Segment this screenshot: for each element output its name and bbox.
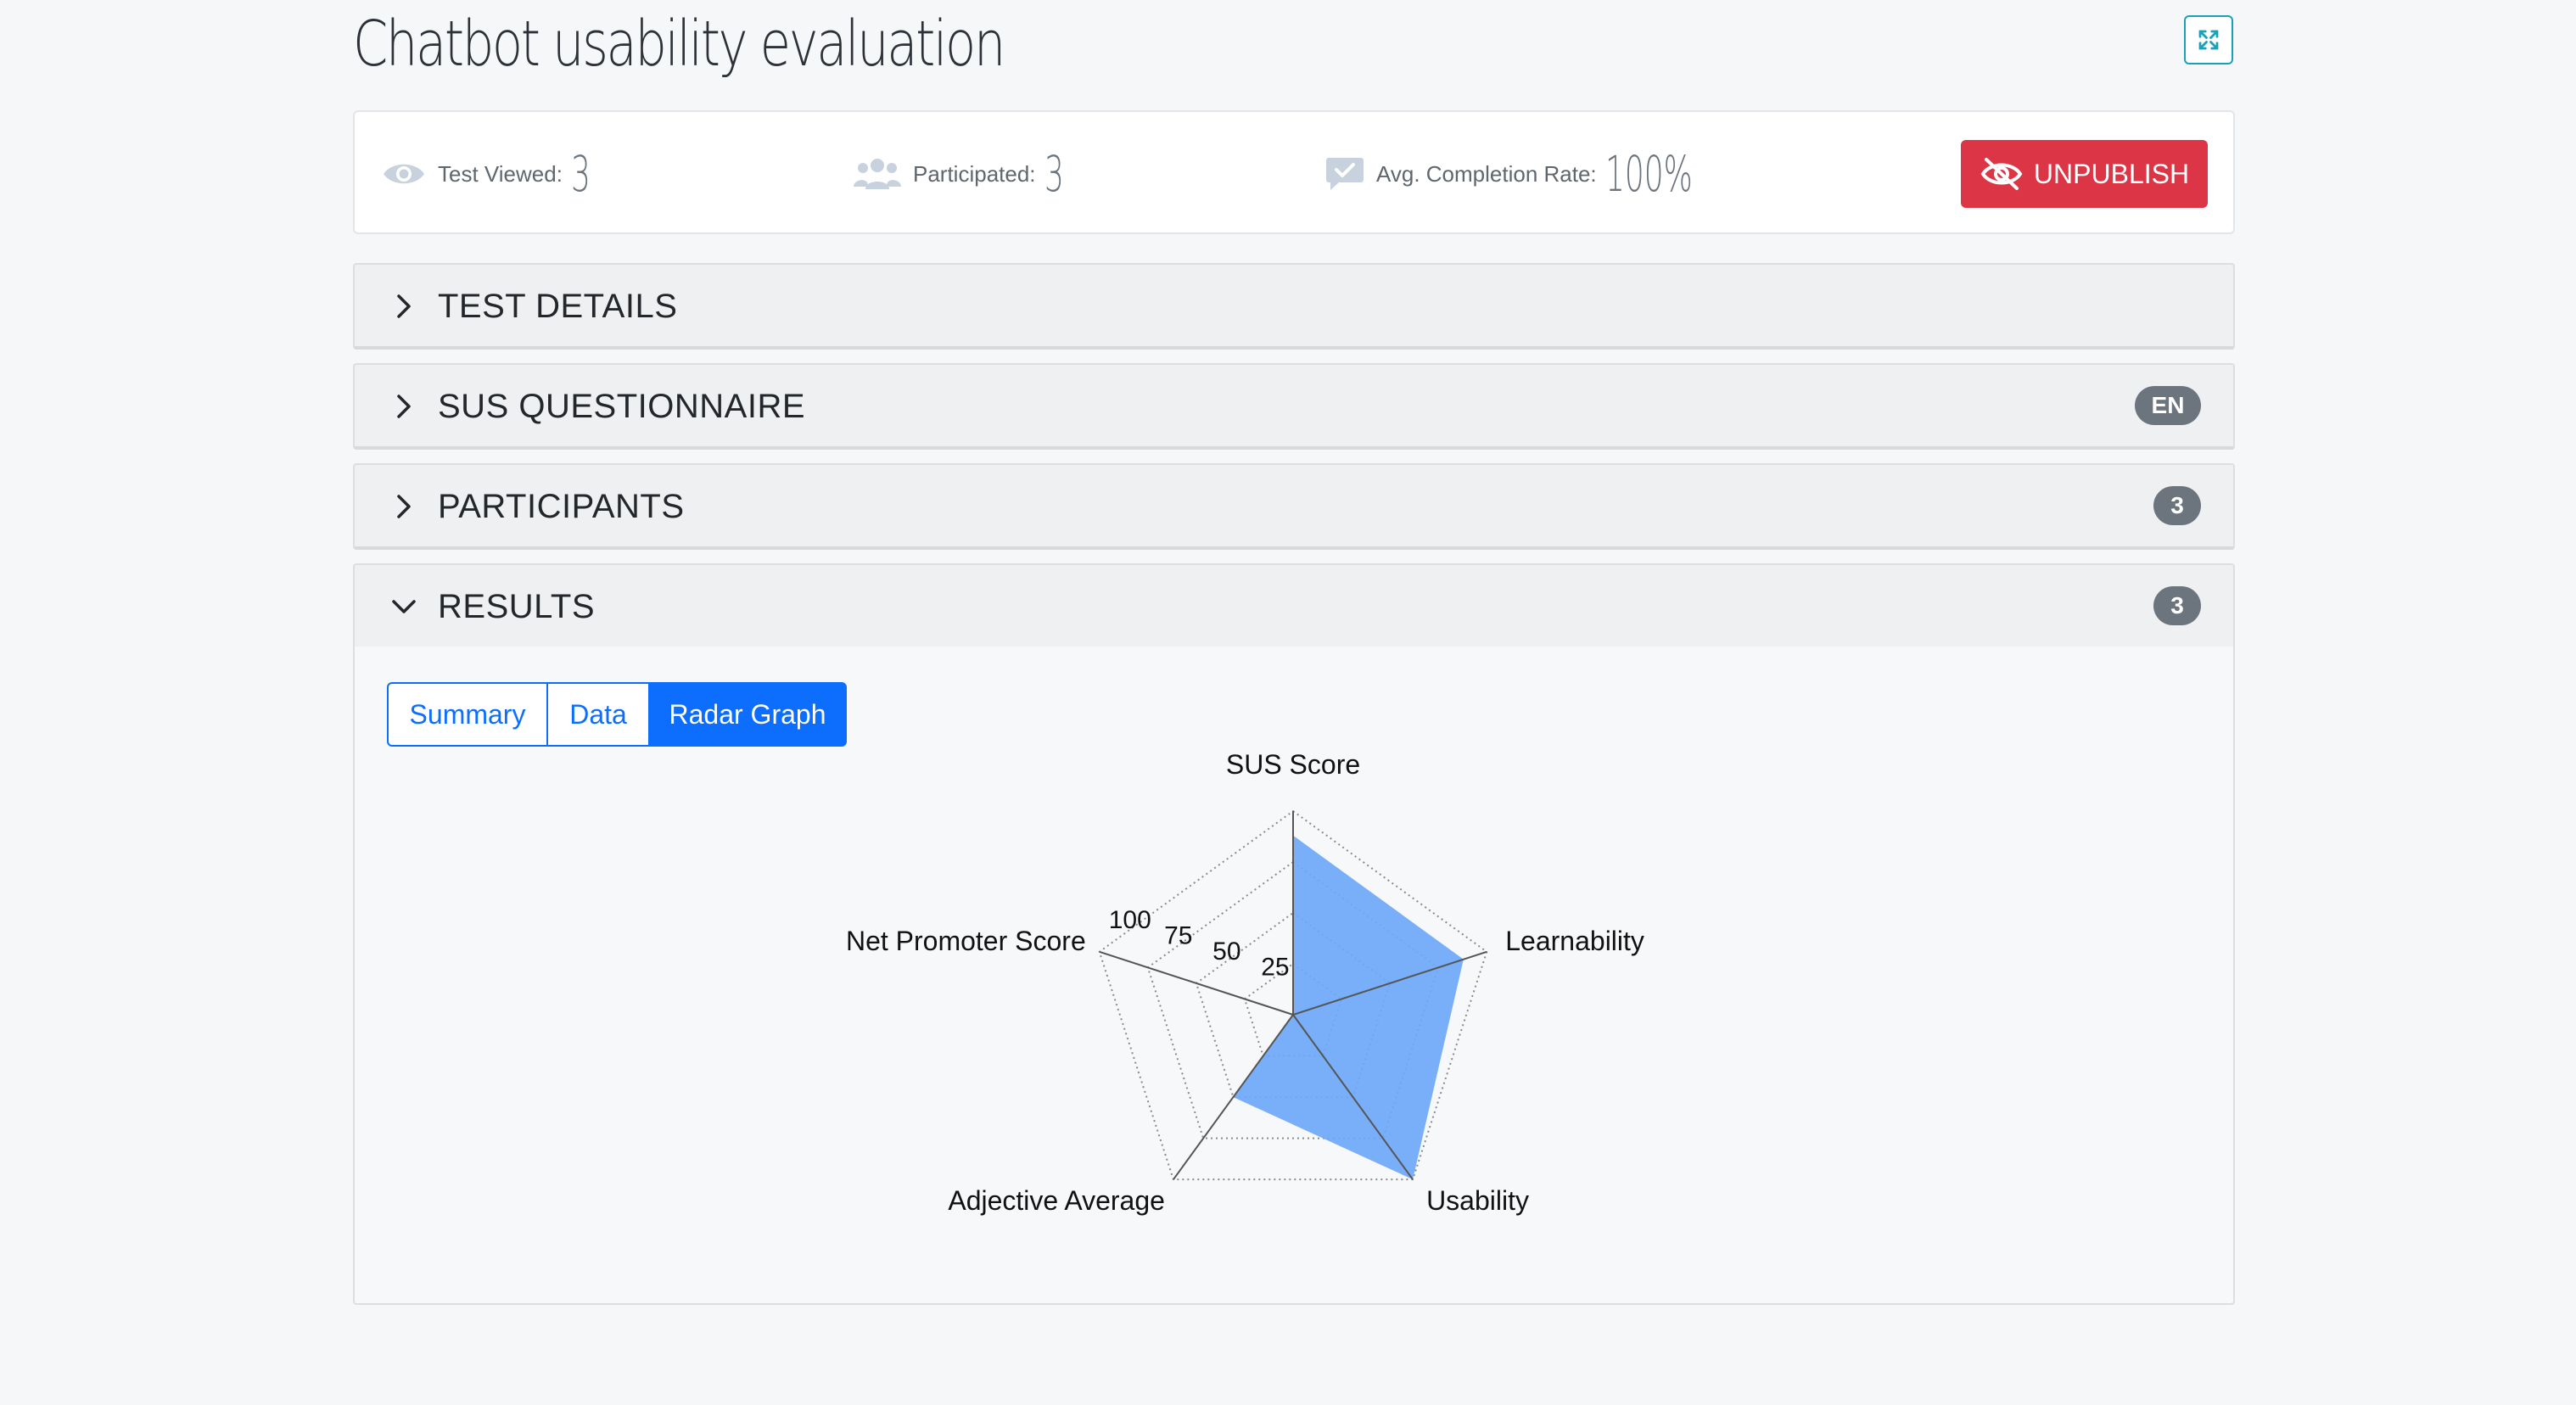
- radar-axis-label: Learnability: [1505, 926, 1644, 956]
- radar-chart: 25 50 75 100 SUS Score Learnability Usability A…: [846, 749, 1644, 1216]
- radar-tick-label: 100: [1109, 906, 1151, 934]
- radar-tick-label: 50: [1212, 938, 1240, 966]
- radar-axis-label: Net Promoter Score: [846, 926, 1086, 956]
- radar-tick-label: 75: [1164, 921, 1192, 949]
- radar-axis-label: Adjective Average: [948, 1185, 1165, 1216]
- radar-tick-label: 25: [1261, 953, 1289, 981]
- radar-series-area: [1233, 835, 1464, 1180]
- radar-axis-label: SUS Score: [1226, 749, 1360, 780]
- radar-axis-label: Usability: [1426, 1185, 1529, 1216]
